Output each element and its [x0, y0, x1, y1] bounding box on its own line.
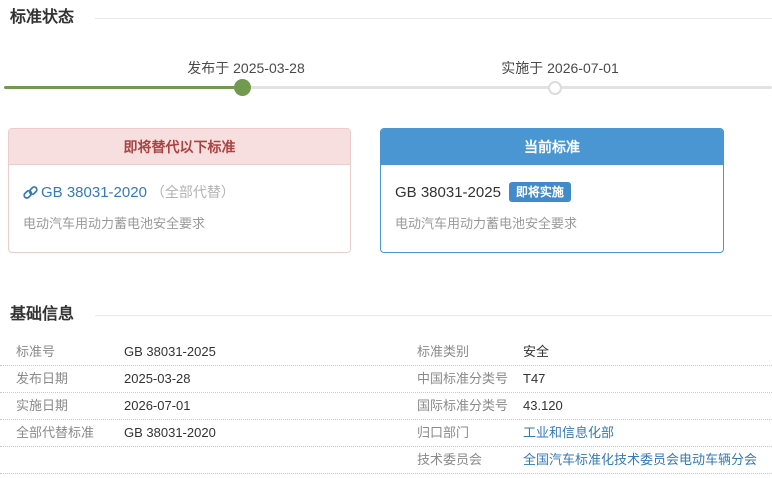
timeline-remaining-bar	[242, 86, 772, 89]
timeline-implemented-dot	[548, 81, 562, 95]
timeline-published-dot	[234, 79, 251, 96]
info-label: 发布日期	[16, 371, 69, 386]
committee-link[interactable]: 全国汽车标准化技术委员会电动车辆分会	[523, 447, 772, 473]
info-value: 2026-07-01	[124, 398, 191, 413]
basic-info-table: 标准号 GB 38031-2025 标准类别 安全 发布日期 2025-03-2…	[0, 339, 772, 474]
link-icon	[23, 185, 38, 200]
info-label: 技术委员会	[417, 452, 483, 467]
section-title-standard-status: 标准状态	[10, 9, 75, 26]
info-value: 2025-03-28	[124, 371, 191, 386]
status-badge: 即将实施	[508, 182, 571, 202]
department-link[interactable]: 工业和信息化部	[523, 420, 772, 446]
table-row: 全部代替标准 GB 38031-2020 归口部门 工业和信息化部	[0, 420, 772, 447]
info-label: 中国标准分类号	[417, 371, 509, 386]
replaced-standard-code: GB 38031-2020	[41, 183, 147, 201]
info-value: T47	[523, 371, 546, 386]
current-standard-card: 当前标准 GB 38031-2025 即将实施 电动汽车用动力蓄电池安全要求	[380, 128, 724, 253]
section-divider	[95, 18, 772, 19]
timeline-published-label: 发布于 2025-03-28	[187, 60, 305, 76]
replaced-standard-name: 电动汽车用动力蓄电池安全要求	[23, 216, 206, 231]
info-label: 实施日期	[16, 398, 69, 413]
section-divider	[95, 315, 772, 316]
section-title-basic-info: 基础信息	[10, 306, 75, 323]
info-label: 标准号	[16, 344, 56, 359]
table-row: 发布日期 2025-03-28 中国标准分类号 T47	[0, 366, 772, 393]
table-row: 技术委员会 全国汽车标准化技术委员会电动车辆分会	[0, 447, 772, 474]
info-label: 归口部门	[417, 425, 470, 440]
info-value: 安全	[523, 344, 550, 359]
timeline-implemented-label: 实施于 2026-07-01	[501, 60, 619, 76]
replace-note: （全部代替）	[150, 184, 235, 200]
info-value: GB 38031-2020	[124, 425, 216, 440]
replaced-card-title: 即将替代以下标准	[9, 129, 350, 165]
info-label	[16, 447, 124, 473]
info-value: 43.120	[523, 398, 563, 413]
current-card-title: 当前标准	[381, 129, 723, 165]
timeline-progress-bar	[4, 86, 242, 89]
standard-detail-page: 标准状态 发布于 2025-03-28 实施于 2026-07-01 即将替代以…	[0, 0, 772, 478]
replaced-standard-card: 即将替代以下标准 GB 38031-2020 （全部代替） 电动汽车用动力蓄电池…	[8, 128, 351, 253]
info-label: 标准类别	[417, 344, 470, 359]
current-standard-name: 电动汽车用动力蓄电池安全要求	[395, 216, 578, 231]
info-label: 国际标准分类号	[417, 398, 509, 413]
current-standard-code: GB 38031-2025	[395, 183, 501, 201]
info-value	[124, 447, 417, 473]
replaced-standard-link[interactable]: GB 38031-2020	[23, 184, 147, 201]
info-label: 全部代替标准	[16, 425, 95, 440]
info-value: GB 38031-2025	[124, 344, 216, 359]
table-row: 标准号 GB 38031-2025 标准类别 安全	[0, 339, 772, 366]
table-row: 实施日期 2026-07-01 国际标准分类号 43.120	[0, 393, 772, 420]
